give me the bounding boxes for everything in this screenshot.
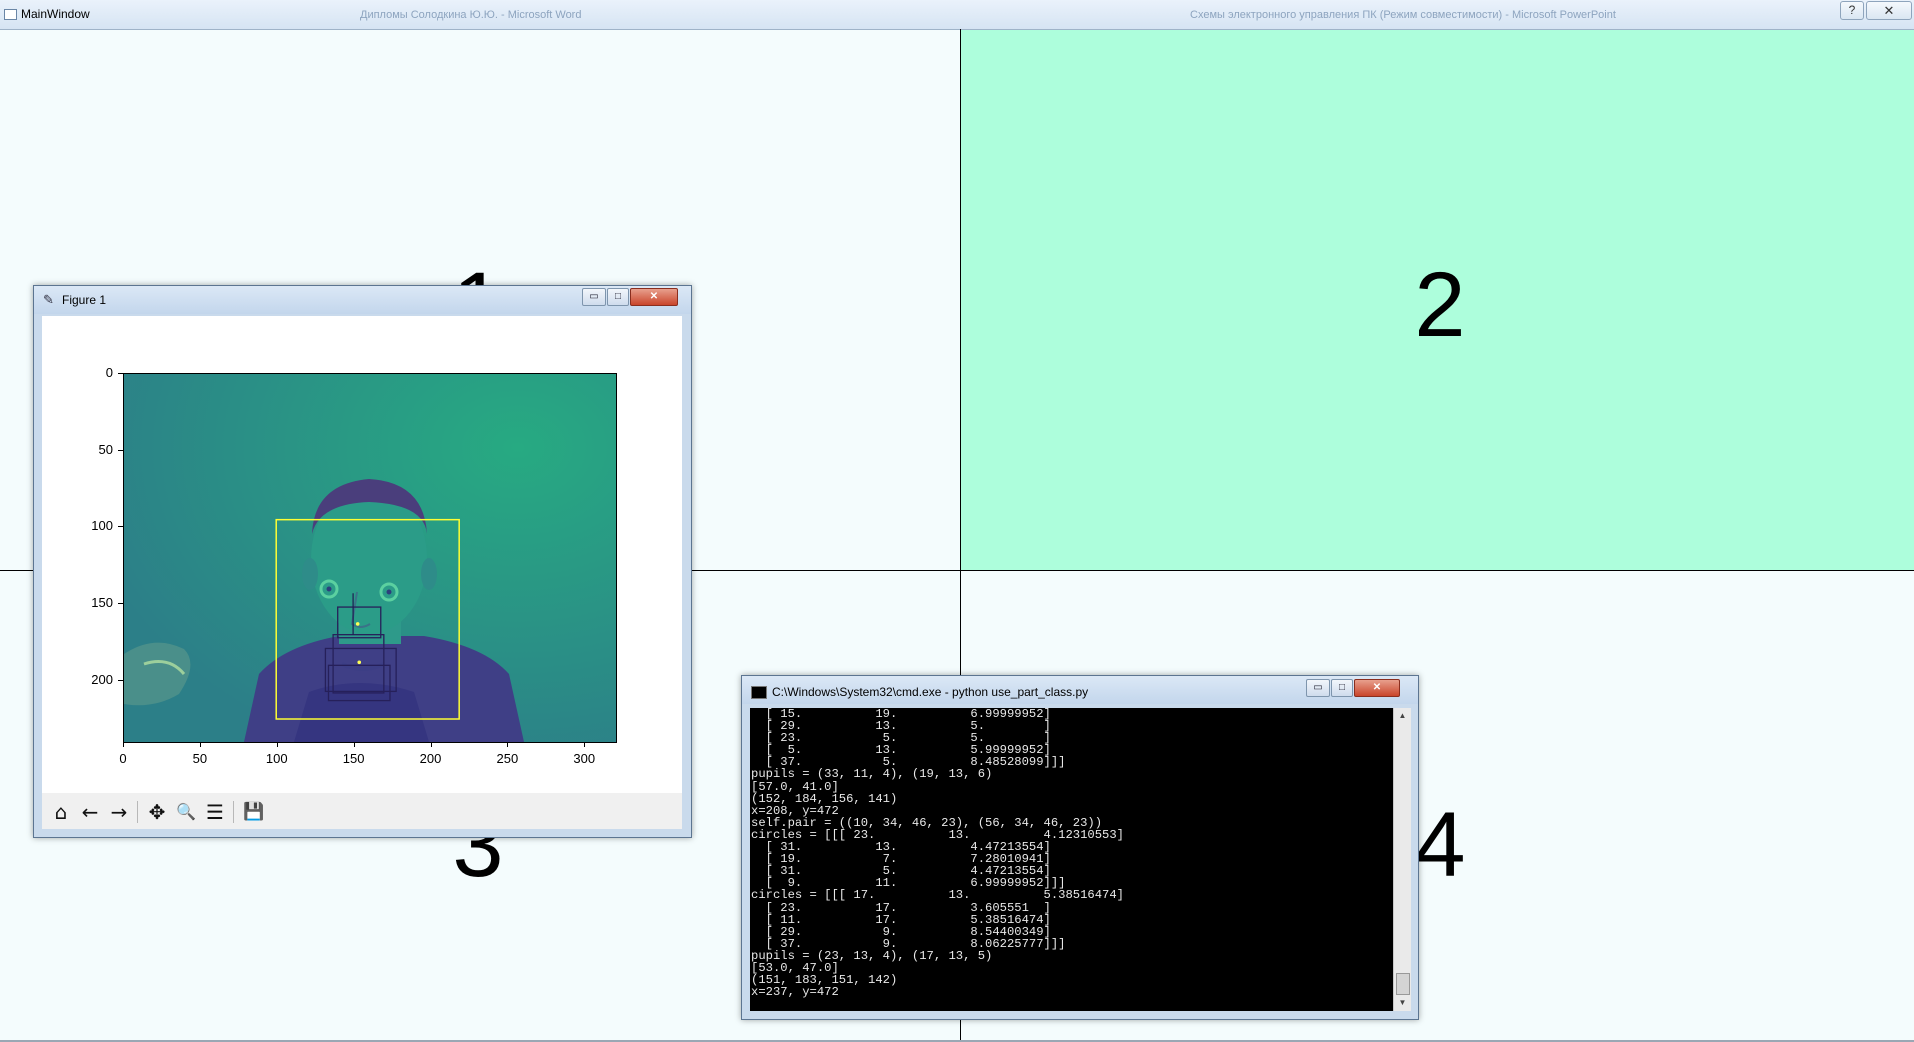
pan-icon[interactable]: ✥ [145,800,169,824]
console-line: [57.0, 41.0] [751,779,839,794]
y-tick-label: 150 [91,595,113,610]
cmd-window[interactable]: C:\Windows\System32\cmd.exe - python use… [741,675,1419,1020]
quadrant-2: 2 [961,30,1914,570]
x-tick-mark [430,742,432,747]
center-marker [355,622,360,626]
close-button[interactable]: ✕ [630,288,678,306]
y-tick-label: 100 [91,518,113,534]
y-tick-label: 0 [105,365,113,380]
cmd-scrollbar[interactable]: ▲ ▼ [1393,708,1411,1011]
x-tick-label: 200 [419,751,442,766]
home-icon[interactable]: ⌂ [49,800,73,824]
console-line: [ 11. 17. 5.38516474] [751,912,1051,927]
y-tick-label: 50 [98,441,113,457]
y-tick-label: 200 [91,671,113,687]
configure-subplots-icon[interactable]: ☰ [203,800,227,824]
main-window-title: MainWindow [21,7,90,21]
console-line: [ 23. 17. 3.605551 ] [751,900,1051,915]
scroll-up-icon[interactable]: ▲ [1394,708,1411,724]
toolbar-separator [233,801,234,823]
x-tick-label: 0 [119,751,127,766]
figure-title: Figure 1 [62,293,107,307]
x-tick-label: 300 [573,751,596,766]
console-line: pupils = (33, 11, 4), (19, 13, 6) [751,767,993,782]
y-tick-mark [118,373,123,374]
feather-icon: ✎ [43,292,54,307]
x-tick-label: 250 [496,751,519,766]
console-line: x=237, y=472 [751,985,839,1000]
save-icon[interactable]: 💾 [242,800,266,824]
background-window-title: Дипломы Солодкина Ю.Ю. - Microsoft Word [360,9,582,21]
cmd-title: C:\Windows\System32\cmd.exe - python use… [772,685,1089,699]
figure-titlebar[interactable]: ✎ Figure 1 ▭ □ ✕ [34,286,691,314]
cmd-icon [751,686,767,699]
forward-arrow-icon[interactable]: → [107,800,131,824]
help-button[interactable]: ? [1840,1,1864,20]
quadrant-2-label: 2 [1414,254,1466,356]
maximize-button[interactable]: □ [607,288,629,306]
x-tick-label: 100 [265,751,288,766]
y-tick-mark [118,603,123,604]
quadrant-4-label: 4 [1414,794,1466,896]
x-tick-mark [199,742,201,747]
y-tick-mark [118,679,123,681]
center-marker [357,660,362,665]
figure-toolbar: ⌂ ← → ✥ 🔍 ☰ 💾 [42,793,682,829]
main-window-titlebar: MainWindow Дипломы Солодкина Ю.Ю. - Micr… [0,0,1914,30]
console-line: [ 29. 9. 8.54400349] [751,924,1051,939]
console-line: (152, 184, 156, 141) [751,791,898,806]
back-arrow-icon[interactable]: ← [78,800,102,824]
main-close-button[interactable]: ✕ [1866,1,1912,20]
x-tick-mark [353,742,355,747]
plot-image-area[interactable] [123,373,617,743]
x-tick-label: 150 [342,751,365,766]
y-tick-mark [118,449,123,451]
app-window-icon [4,9,17,20]
maximize-button[interactable]: □ [1331,679,1353,697]
minimize-button[interactable]: ▭ [582,288,606,306]
console-line: pupils = (23, 13, 4), (17, 13, 5) [751,948,993,963]
minimize-button[interactable]: ▭ [1306,679,1330,697]
y-tick-mark [118,526,123,528]
x-tick-mark [123,742,124,747]
scroll-down-icon[interactable]: ▼ [1394,995,1411,1011]
camera-image [124,374,616,742]
close-button[interactable]: ✕ [1354,679,1400,697]
toolbar-separator [137,801,138,823]
x-tick-mark [584,742,586,747]
cmd-titlebar[interactable]: C:\Windows\System32\cmd.exe - python use… [742,676,1418,704]
background-window-title: Схемы электронного управления ПК (Режим … [1190,9,1616,21]
console-output[interactable]: [ 15. 19. 6.99999952] [ 29. 13. 5. ] [ 2… [750,708,1393,1011]
zoom-icon[interactable]: 🔍 [174,800,198,824]
console-line: circles = [[[ 17. 13. 5.38516474] [751,888,1124,903]
x-tick-mark [276,742,278,747]
console-line: (151, 183, 151, 142) [751,973,898,988]
x-tick-label: 50 [192,751,208,766]
scroll-thumb[interactable] [1396,973,1410,995]
x-tick-mark [507,742,509,747]
